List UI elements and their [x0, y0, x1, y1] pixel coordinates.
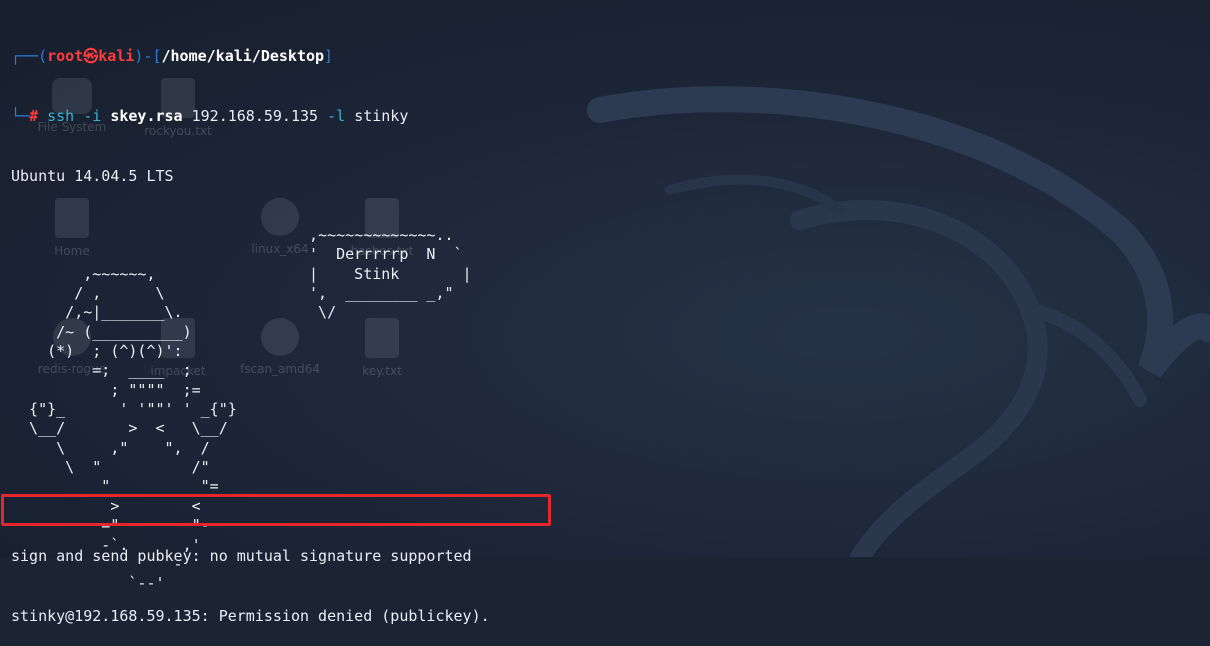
- prompt-line: ┌──(root㉿kali)-[/home/kali/Desktop]: [11, 46, 1210, 66]
- prompt-frame-bottom: └─: [11, 107, 30, 125]
- prompt-user: root: [47, 47, 84, 65]
- permission-denied-line: stinky@192.168.59.135: Permission denied…: [11, 607, 490, 625]
- prompt-path-close: ]: [324, 47, 334, 65]
- command-host-ip: 192.168.59.135: [191, 107, 319, 125]
- prompt-path-open: )-[: [134, 47, 162, 65]
- command-flag-l: -l: [327, 107, 346, 125]
- prompt-path: /home/kali/Desktop: [161, 47, 325, 65]
- prompt-at-symbol: ㉿: [83, 47, 99, 65]
- prompt-hash: #: [29, 107, 39, 125]
- prompt-host: kali: [98, 47, 135, 65]
- terminal-error-output: sign and send pubkey: no mutual signatur…: [11, 506, 490, 646]
- command-username: stinky: [354, 107, 409, 125]
- prompt-frame-top: ┌──(: [11, 47, 48, 65]
- command-program: ssh: [47, 107, 75, 125]
- command-flag-i: -i: [83, 107, 102, 125]
- banner-line: Ubuntu 14.04.5 LTS: [11, 167, 174, 185]
- error-line: sign and send pubkey: no mutual signatur…: [11, 547, 472, 565]
- command-line: └─# ssh -i skey.rsa 192.168.59.135 -l st…: [11, 106, 1210, 126]
- command-key-file: skey.rsa: [110, 107, 183, 125]
